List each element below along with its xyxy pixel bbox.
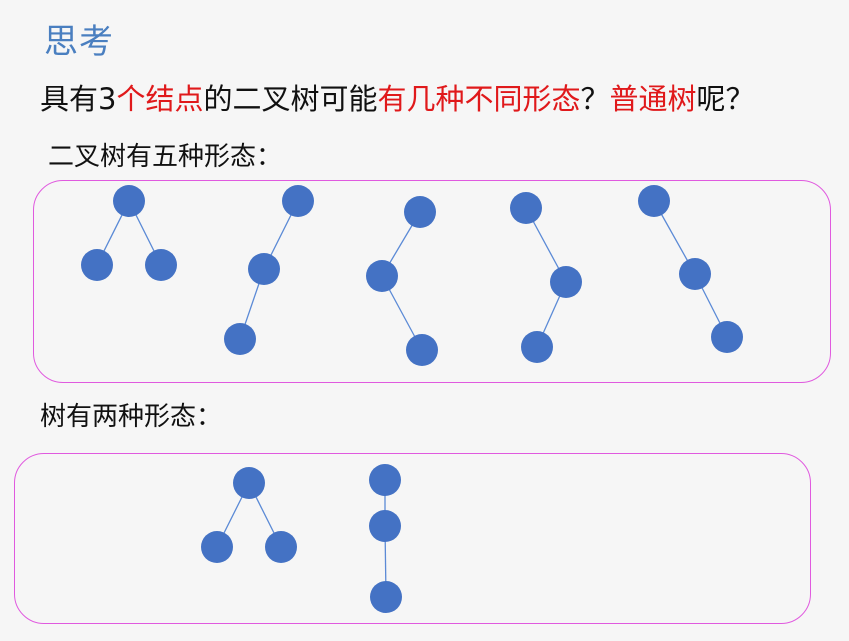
tree-node	[550, 266, 582, 298]
binary-form-2	[224, 185, 314, 355]
tree-node	[638, 185, 670, 217]
tree-node	[369, 510, 401, 542]
binary-form-3	[366, 196, 438, 366]
tree-node	[113, 185, 145, 217]
tree-form-1	[201, 467, 297, 563]
tree-diagrams	[81, 185, 743, 613]
tree-node	[679, 258, 711, 290]
tree-node	[521, 331, 553, 363]
tree-node	[233, 467, 265, 499]
tree-node	[224, 323, 256, 355]
tree-node	[370, 581, 402, 613]
tree-node	[404, 196, 436, 228]
tree-node	[366, 260, 398, 292]
binary-form-4	[510, 192, 582, 363]
tree-node	[711, 321, 743, 353]
tree-node	[369, 464, 401, 496]
tree-node	[145, 249, 177, 281]
tree-node	[265, 531, 297, 563]
tree-form-2	[369, 464, 402, 613]
binary-form-1	[81, 185, 177, 281]
tree-node	[282, 185, 314, 217]
slide: 思考 具有3个结点的二叉树可能有几种不同形态？普通树呢？ 二叉树有五种形态： 树…	[0, 0, 849, 641]
tree-node	[406, 334, 438, 366]
tree-node	[201, 531, 233, 563]
binary-form-5	[638, 185, 743, 353]
tree-node	[81, 249, 113, 281]
tree-node	[248, 253, 280, 285]
tree-node	[510, 192, 542, 224]
